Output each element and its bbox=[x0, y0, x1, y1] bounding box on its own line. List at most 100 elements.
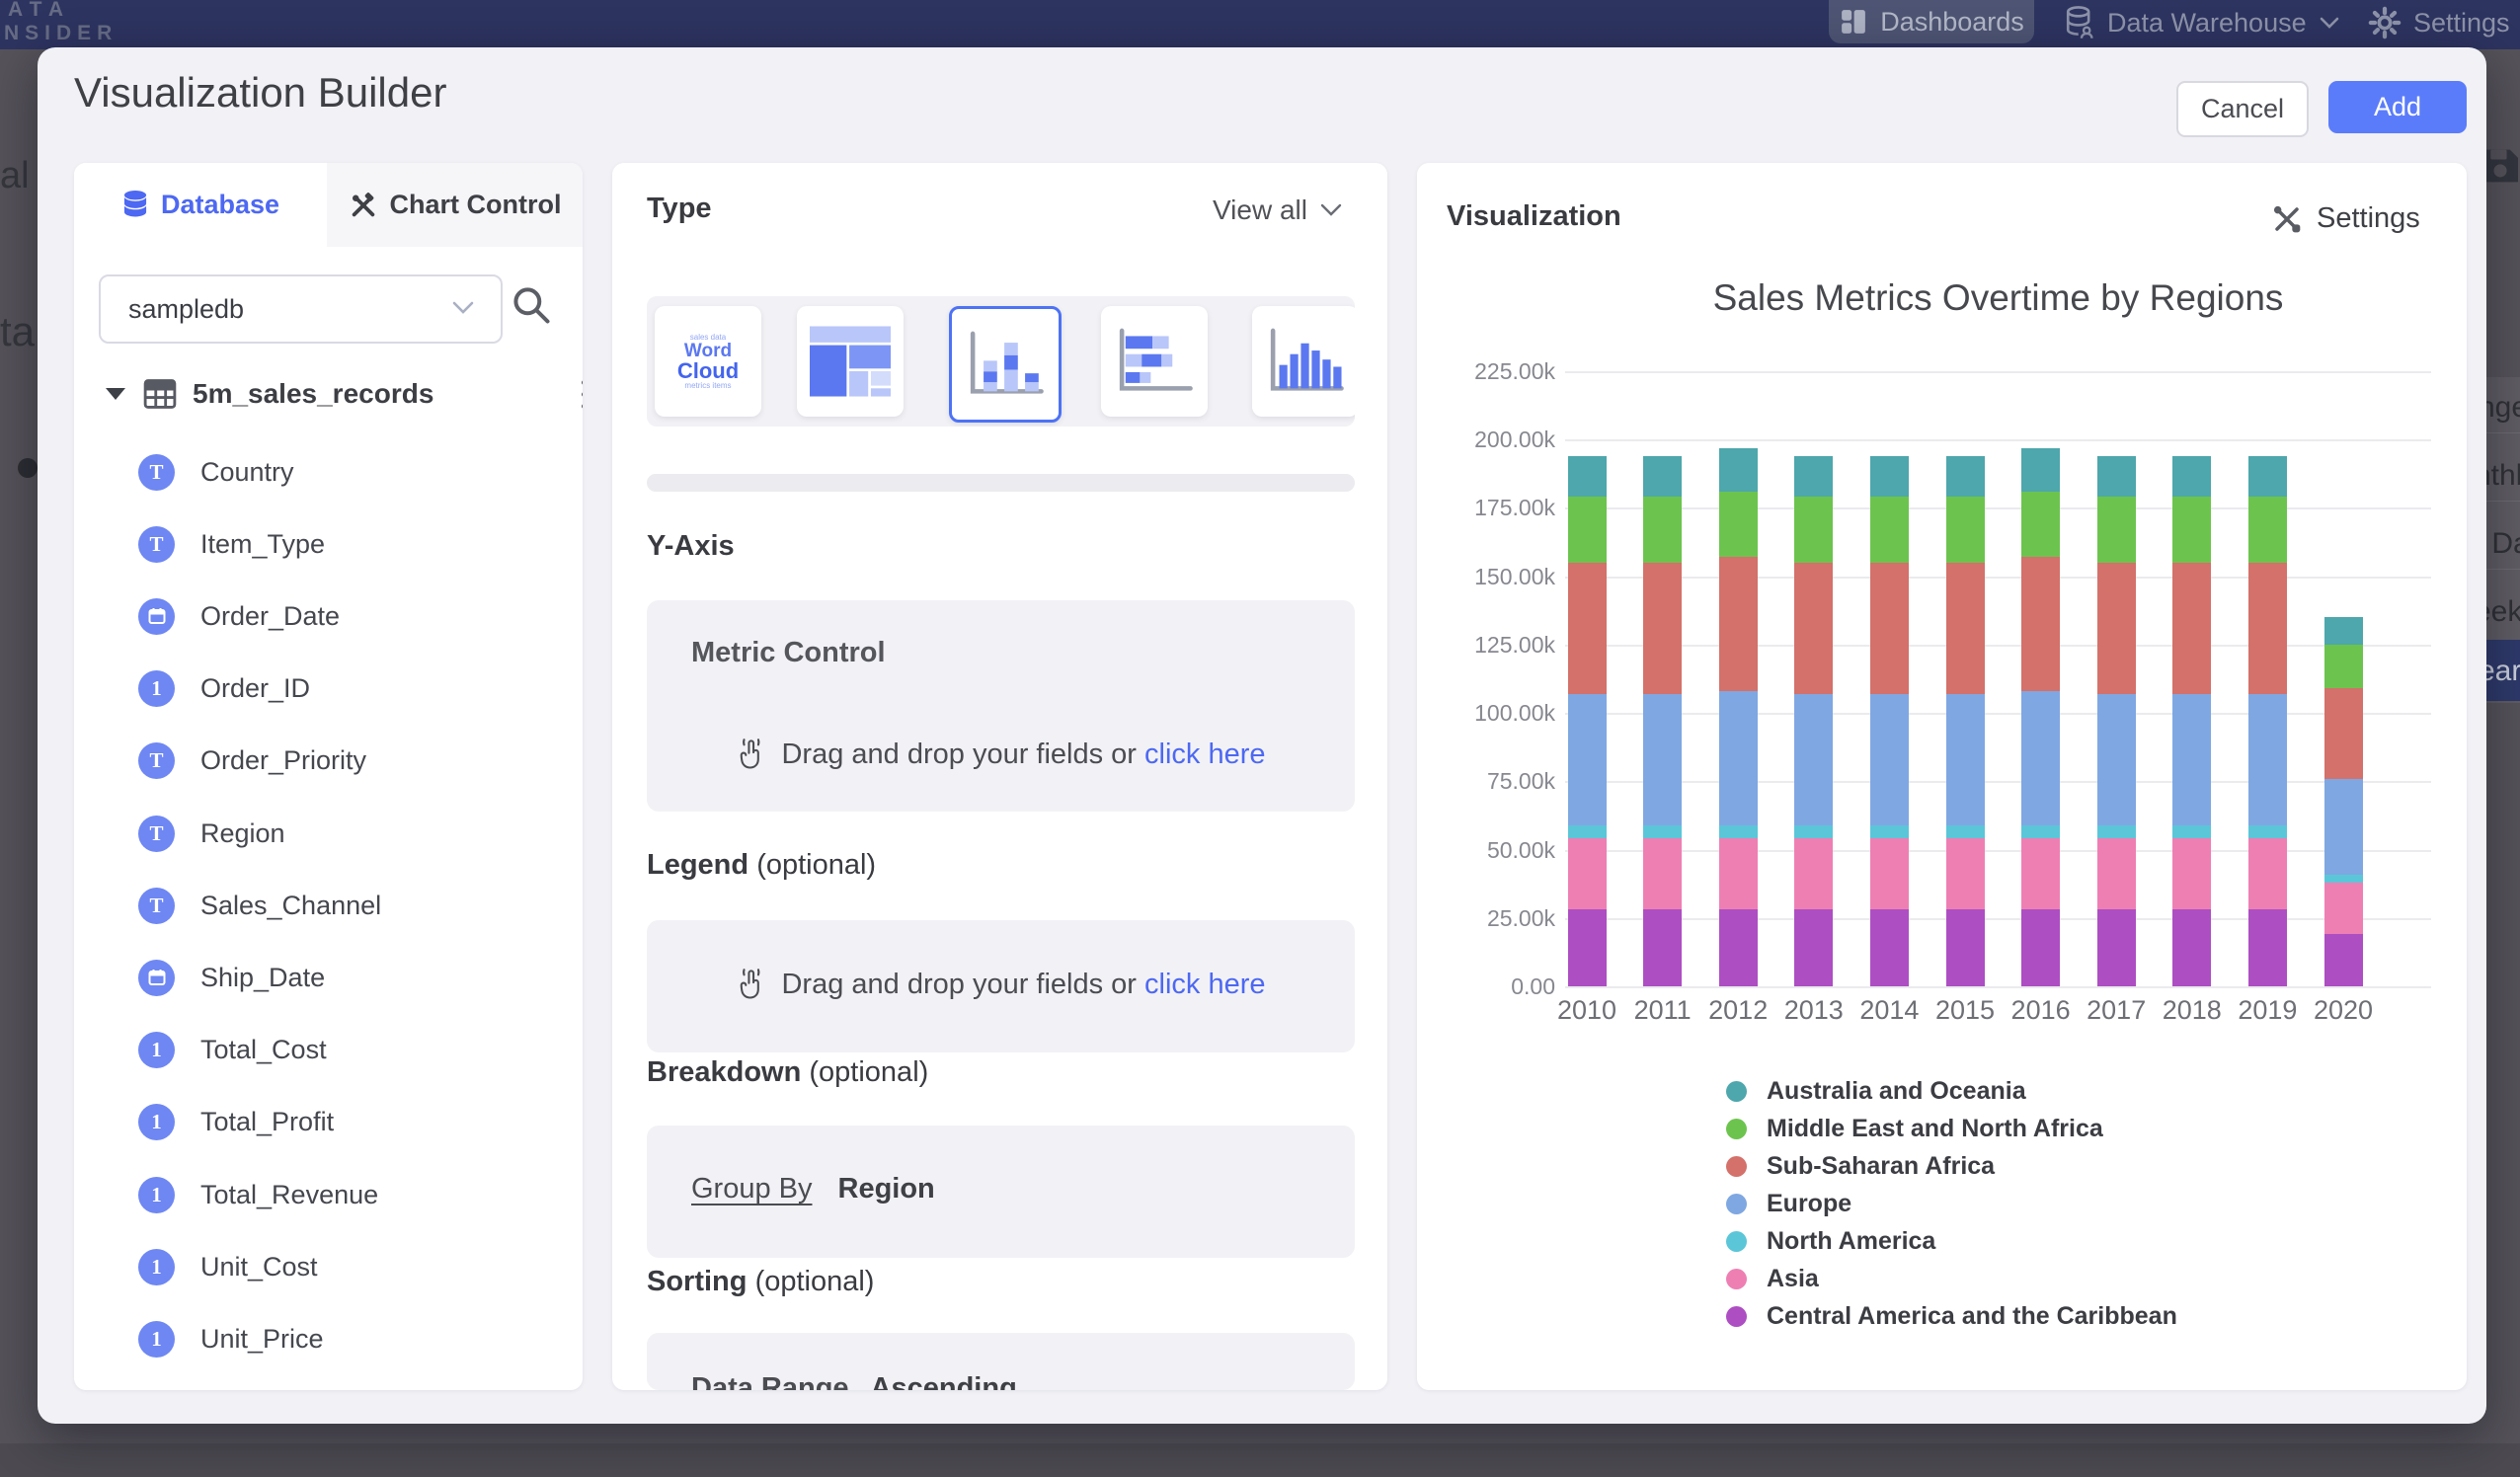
gridline bbox=[1565, 986, 2431, 988]
field-item-total_cost[interactable]: 1Total_Cost bbox=[138, 1029, 327, 1072]
visualization-panel: Visualization Settings Sales Metrics Ove… bbox=[1417, 163, 2467, 1390]
horizontal-scrollbar[interactable] bbox=[647, 474, 1355, 492]
legend-item: Asia bbox=[1726, 1260, 1819, 1297]
bar-segment bbox=[2097, 497, 2136, 562]
x-axis-tick-label: 2020 bbox=[2294, 995, 2393, 1026]
drop-hint-text: Drag and drop your fields or click here bbox=[781, 969, 1265, 1001]
table-tree-node[interactable]: 5m_sales_records bbox=[96, 366, 560, 422]
field-name: Unit_Price bbox=[200, 1324, 324, 1355]
bar-segment bbox=[1719, 838, 1758, 909]
bar-segment bbox=[1719, 825, 1758, 839]
legend-color-dot bbox=[1726, 1306, 1747, 1327]
add-button[interactable]: Add bbox=[2328, 81, 2467, 133]
bar-segment bbox=[1946, 694, 1985, 825]
bar-segment bbox=[2172, 563, 2211, 694]
bar-segment bbox=[1568, 694, 1607, 825]
text-field-icon: T bbox=[138, 454, 175, 491]
bg-bullet bbox=[18, 458, 38, 478]
click-here-link[interactable]: click here bbox=[1144, 738, 1266, 770]
nav-item-dashboards[interactable]: Dashboards bbox=[1829, 0, 2034, 43]
y-axis-tick-label: 225.00k bbox=[1427, 358, 1555, 385]
legend-label: North America bbox=[1767, 1227, 1935, 1256]
hand-pointer-icon bbox=[736, 737, 767, 772]
bar-segment bbox=[2172, 456, 2211, 498]
data-warehouse-icon bbox=[2064, 6, 2095, 39]
bar-segment bbox=[1870, 838, 1909, 909]
bar-segment bbox=[1643, 694, 1682, 825]
app-logo: NSIDER bbox=[4, 22, 118, 45]
bar-segment bbox=[1794, 497, 1833, 562]
view-all-dropdown[interactable]: View all bbox=[1096, 194, 1343, 226]
visualization-settings-button[interactable]: Settings bbox=[2271, 202, 2439, 235]
nav-item-settings[interactable]: Settings bbox=[2368, 6, 2510, 39]
tools-icon bbox=[349, 191, 378, 220]
tab-chart-control[interactable]: Chart Control bbox=[327, 163, 583, 247]
chevron-down-icon bbox=[1319, 202, 1343, 218]
field-item-order_id[interactable]: 1Order_ID bbox=[138, 667, 310, 711]
bar-segment bbox=[1719, 492, 1758, 557]
modal-title: Visualization Builder bbox=[74, 69, 446, 117]
bar-segment bbox=[2097, 909, 2136, 986]
field-item-total_revenue[interactable]: 1Total_Revenue bbox=[138, 1173, 378, 1216]
legend-item: Australia and Oceania bbox=[1726, 1072, 2026, 1110]
number-field-icon: 1 bbox=[138, 1249, 175, 1285]
bar-segment bbox=[1719, 909, 1758, 986]
field-item-region[interactable]: TRegion bbox=[138, 812, 285, 855]
legend-dropzone[interactable]: Drag and drop your fields or click here bbox=[647, 920, 1355, 1052]
caret-down-icon[interactable] bbox=[106, 388, 125, 400]
bar-segment bbox=[2172, 825, 2211, 839]
field-item-total_profit[interactable]: 1Total_Profit bbox=[138, 1101, 334, 1144]
sorting-dropzone[interactable]: Data Range Ascending bbox=[647, 1333, 1355, 1390]
bar-segment bbox=[1870, 909, 1909, 986]
breakdown-section-label: Breakdown (optional) bbox=[647, 1056, 928, 1089]
field-name: Sales_Channel bbox=[200, 891, 381, 921]
number-field-icon: 1 bbox=[138, 1321, 175, 1358]
metric-control-dropzone[interactable]: Metric Control Drag and drop your fields… bbox=[647, 600, 1355, 812]
nav-item-data-warehouse[interactable]: Data Warehouse bbox=[2064, 6, 2340, 39]
dashboards-icon bbox=[1839, 7, 1868, 37]
tab-database[interactable]: Database bbox=[74, 163, 327, 247]
field-item-sales_channel[interactable]: TSales_Channel bbox=[138, 884, 381, 927]
database-select[interactable]: sampledb bbox=[99, 274, 503, 344]
click-here-link[interactable]: click here bbox=[1144, 969, 1266, 1000]
chart-type-word-cloud[interactable]: sales data Word Cloud metrics items bbox=[655, 306, 761, 417]
bar-segment bbox=[1794, 909, 1833, 986]
bar-segment bbox=[2248, 456, 2287, 498]
chart-type-column[interactable] bbox=[1252, 306, 1355, 417]
group-by-label[interactable]: Group By bbox=[691, 1173, 813, 1205]
bar-segment bbox=[2097, 563, 2136, 694]
sorting-field-label[interactable]: Data Range bbox=[691, 1372, 849, 1390]
field-name: Order_Priority bbox=[200, 745, 366, 776]
chart-type-treemap[interactable] bbox=[797, 306, 904, 417]
field-item-country[interactable]: TCountry bbox=[138, 450, 294, 494]
bar-segment bbox=[1643, 838, 1682, 909]
nav-label: Dashboards bbox=[1880, 7, 2024, 38]
app-logo: ATA bbox=[8, 0, 71, 22]
field-item-order_date[interactable]: Order_Date bbox=[138, 594, 340, 638]
y-axis-section-label: Y-Axis bbox=[647, 530, 735, 563]
legend-label: Central America and the Caribbean bbox=[1767, 1302, 2177, 1331]
chevron-down-icon bbox=[451, 300, 475, 316]
chevron-down-icon bbox=[2319, 16, 2340, 30]
gridline bbox=[1565, 850, 2431, 852]
legend-section-label: Legend (optional) bbox=[647, 849, 876, 882]
field-item-item_type[interactable]: TItem_Type bbox=[138, 522, 325, 566]
field-item-unit_price[interactable]: 1 Unit_Price bbox=[138, 1317, 324, 1360]
chart-type-stacked-column[interactable] bbox=[949, 306, 1062, 423]
field-item-ship_date[interactable]: Ship_Date bbox=[138, 956, 325, 999]
legend-color-dot bbox=[1726, 1119, 1747, 1139]
stacked-column-icon bbox=[964, 327, 1047, 402]
cancel-button[interactable]: Cancel bbox=[2176, 81, 2309, 137]
sorting-value[interactable]: Ascending bbox=[871, 1372, 1017, 1390]
y-axis-tick-label: 100.00k bbox=[1427, 700, 1555, 727]
bar-segment bbox=[2324, 875, 2363, 883]
column-chart-icon bbox=[1264, 324, 1347, 399]
field-item-order_priority[interactable]: TOrder_Priority bbox=[138, 739, 366, 783]
search-icon[interactable] bbox=[510, 283, 553, 327]
group-by-value[interactable]: Region bbox=[838, 1173, 935, 1205]
kebab-menu-icon[interactable] bbox=[576, 372, 583, 416]
chart-type-stacked-bar-horizontal[interactable] bbox=[1101, 306, 1208, 417]
breakdown-dropzone[interactable]: Group By Region bbox=[647, 1126, 1355, 1258]
bar-segment bbox=[2248, 497, 2287, 562]
field-item-unit_cost[interactable]: 1Unit_Cost bbox=[138, 1245, 318, 1288]
